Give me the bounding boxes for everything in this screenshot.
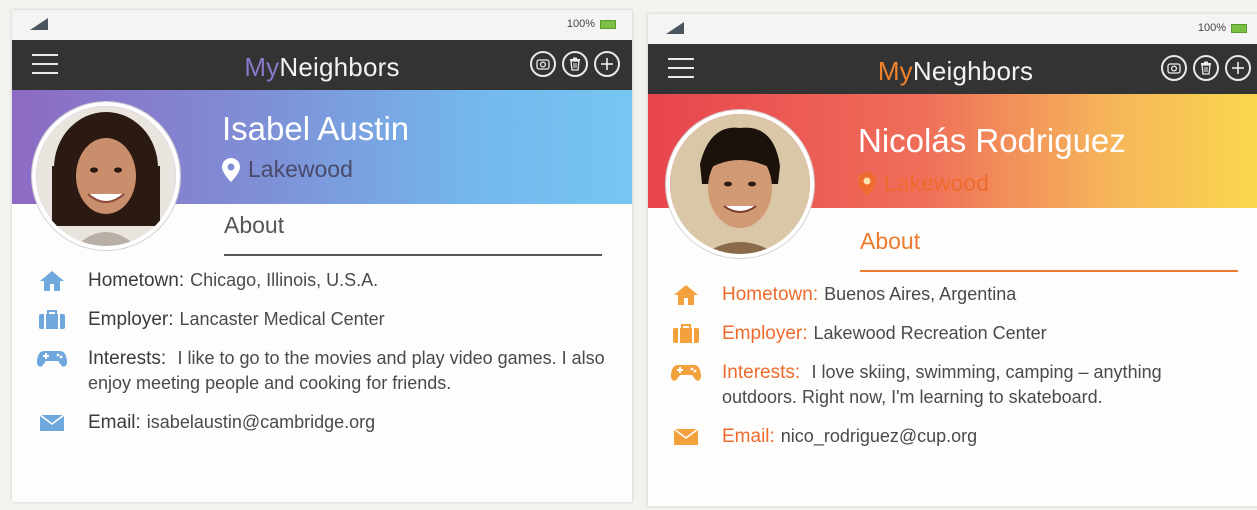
employer-row: Employer: Lakewood Recreation Center (670, 321, 1239, 346)
email-value[interactable]: nico_rodriguez@cup.org (781, 426, 977, 446)
envelope-icon (39, 413, 65, 431)
signal-icon (666, 22, 684, 34)
interests-row: Interests: I love skiing, swimming, camp… (670, 360, 1239, 410)
avatar (666, 110, 814, 258)
battery-icon (1231, 23, 1247, 33)
status-bar: 100% (648, 14, 1257, 44)
location-pin-icon (222, 157, 240, 182)
profile-screen-isabel: 100% MyNeighbors Isabel Austin Lakewood … (12, 10, 632, 502)
app-actions (530, 51, 620, 77)
hometown-row: Hometown: Buenos Aires, Argentina (670, 282, 1239, 307)
location-pin-icon (858, 171, 876, 196)
hometown-label: Hometown: (88, 270, 185, 291)
employer-row: Employer: Lancaster Medical Center (36, 307, 608, 332)
camera-button[interactable] (1161, 55, 1187, 81)
signal-icon (30, 18, 48, 30)
trash-icon (1201, 61, 1211, 75)
email-label: Email: (88, 412, 141, 433)
app-actions (1161, 55, 1251, 81)
add-icon (1232, 62, 1244, 74)
add-icon (601, 58, 613, 70)
app-bar: MyNeighbors (648, 44, 1257, 94)
battery-icon (600, 19, 616, 29)
employer-label: Employer: (722, 323, 808, 344)
battery-percentage: 100% (566, 18, 595, 30)
status-bar: 100% (12, 10, 632, 40)
battery-percentage: 100% (1197, 22, 1226, 34)
delete-button[interactable] (562, 51, 588, 77)
email-row: Email: nico_rodriguez@cup.org (670, 424, 1239, 449)
home-icon (40, 270, 64, 291)
briefcase-icon (39, 309, 65, 329)
camera-icon (536, 59, 550, 70)
gamepad-icon (671, 364, 701, 381)
profile-location: Lakewood (222, 156, 353, 183)
profile-name: Nicolás Rodriguez (858, 122, 1126, 159)
delete-button[interactable] (1193, 55, 1219, 81)
interests-label: Interests: (722, 362, 801, 383)
email-row: Email: isabelaustin@cambridge.org (36, 410, 608, 435)
add-button[interactable] (1225, 55, 1251, 81)
interests-row: Interests: I like to go to the movies an… (36, 346, 608, 396)
email-label: Email: (722, 426, 775, 447)
about-heading: About (224, 212, 285, 238)
home-icon (674, 284, 698, 305)
hometown-row: Hometown: Chicago, Illinois, U.S.A. (36, 268, 608, 293)
hometown-value: Buenos Aires, Argentina (824, 284, 1017, 304)
employer-value: Lancaster Medical Center (179, 309, 385, 329)
hometown-value: Chicago, Illinois, U.S.A. (190, 270, 379, 290)
email-value[interactable]: isabelaustin@cambridge.org (147, 412, 375, 432)
camera-button[interactable] (530, 51, 556, 77)
about-heading: About (860, 228, 921, 254)
briefcase-icon (673, 323, 699, 343)
add-button[interactable] (594, 51, 620, 77)
profile-screen-nicolas: 100% MyNeighbors Nicolás Rodriguez Lakew… (648, 14, 1257, 506)
trash-icon (570, 57, 580, 71)
gamepad-icon (37, 350, 67, 367)
about-divider (224, 254, 602, 256)
hometown-label: Hometown: (722, 284, 819, 305)
profile-location: Lakewood (858, 170, 989, 197)
about-details: Hometown: Buenos Aires, Argentina Employe… (670, 282, 1239, 463)
envelope-icon (673, 427, 699, 445)
employer-label: Employer: (88, 309, 174, 330)
avatar (32, 102, 180, 250)
about-details: Hometown: Chicago, Illinois, U.S.A. Emplo… (36, 268, 608, 449)
employer-value: Lakewood Recreation Center (813, 323, 1047, 343)
profile-name: Isabel Austin (222, 110, 410, 147)
camera-icon (1167, 63, 1181, 74)
interests-label: Interests: (88, 348, 167, 369)
about-divider (860, 270, 1238, 272)
app-bar: MyNeighbors (12, 40, 632, 90)
